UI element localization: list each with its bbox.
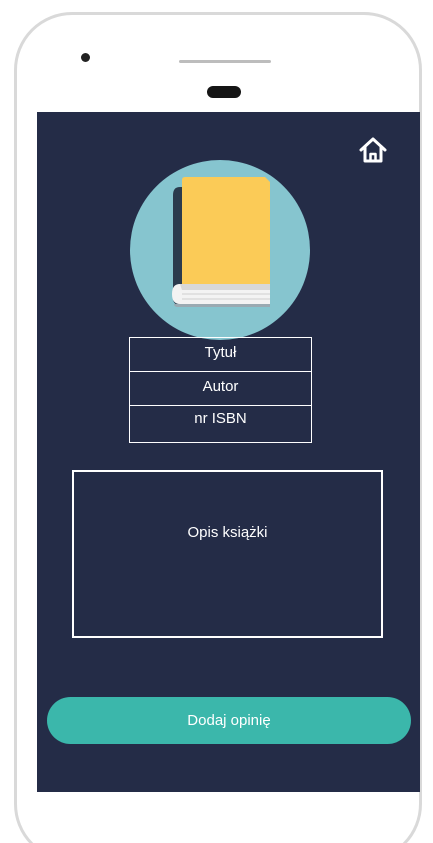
app-mockup: Tytuł Autor nr ISBN Opis książki Dodaj o…	[0, 0, 433, 843]
add-review-button[interactable]: Dodaj opinię	[47, 697, 411, 744]
book-title-field: Tytuł	[130, 338, 311, 372]
book-description-box: Opis książki	[72, 470, 383, 638]
book-info-table: Tytuł Autor nr ISBN	[129, 337, 312, 443]
book-isbn-field: nr ISBN	[194, 410, 247, 427]
home-icon	[358, 136, 388, 169]
home-button[interactable]	[355, 136, 391, 168]
book-icon	[172, 177, 270, 307]
front-camera	[81, 53, 90, 62]
book-details-screen: Tytuł Autor nr ISBN Opis książki Dodaj o…	[37, 112, 420, 792]
book-author-field: Autor	[130, 372, 311, 406]
book-description-text: Opis książki	[187, 524, 268, 541]
earpiece	[207, 86, 241, 98]
speaker-grille	[179, 60, 271, 63]
book-cover-image	[130, 160, 310, 340]
